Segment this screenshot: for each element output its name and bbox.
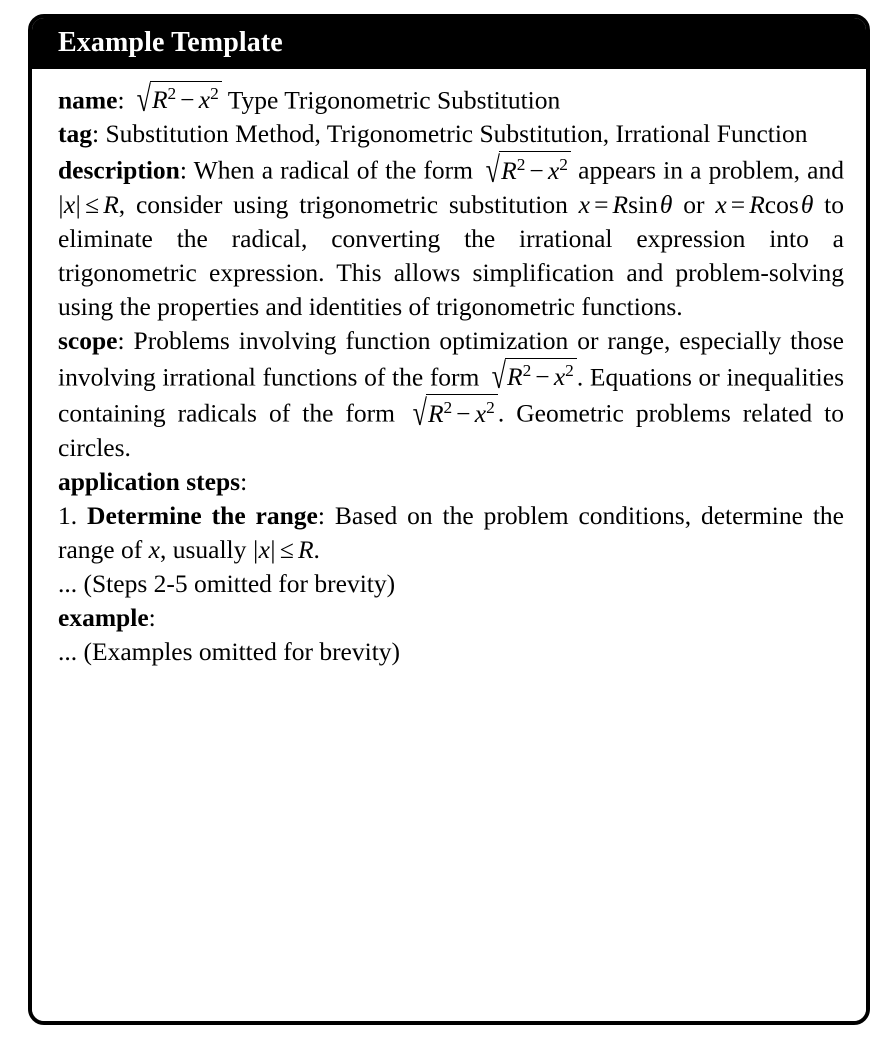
math-var-R: R	[151, 85, 168, 115]
math-x-equals-R-cos-theta: x = Rcosθ	[715, 190, 813, 219]
math-var-x: x	[474, 398, 487, 428]
field-example-separator: :	[148, 603, 156, 633]
math-var-x: x	[547, 155, 560, 185]
step-part2: , usually	[159, 534, 253, 564]
math-exp-2: 2	[559, 154, 568, 174]
field-scope-label: scope	[58, 326, 118, 355]
math-var-R: R	[501, 155, 517, 185]
step-separator: :	[317, 500, 335, 530]
box-title: Example Template	[32, 18, 866, 69]
field-scope-separator: :	[117, 326, 134, 355]
math-minus: −	[529, 155, 544, 185]
math-exp-2: 2	[486, 397, 495, 417]
math-var-R: R	[612, 189, 629, 219]
field-description-separator: :	[179, 155, 194, 185]
field-tag-label: tag	[58, 119, 92, 149]
math-var-x: x	[148, 534, 160, 564]
field-application-steps-separator: :	[240, 466, 248, 496]
field-tag-value: Substitution Method, Trigonometric Subst…	[105, 119, 808, 149]
math-minus: −	[180, 85, 195, 115]
application-step-1: 1. Determine the range: Based on the pro…	[58, 499, 844, 567]
math-x-equals-R-sin-theta: x = Rsinθ	[579, 190, 673, 219]
field-tag-separator: :	[92, 119, 106, 149]
field-name-value: Type Trigonometric Substitution	[221, 85, 561, 115]
field-description-part3: , consider using trigonometric substitut…	[118, 189, 579, 219]
math-equals: =	[730, 189, 746, 219]
math-abs-x-leq-R: |x| ≤ R	[253, 534, 314, 564]
page-root: Example Template name: √R2− x2 Type Trigo…	[0, 0, 884, 1039]
math-var-R: R	[507, 362, 523, 392]
math-sqrt-r2-minus-x2: √R2− x2	[486, 358, 577, 395]
math-fn-sin: sin	[628, 189, 658, 219]
math-leq: ≤	[85, 189, 100, 219]
math-equals: =	[594, 189, 609, 219]
example-template-box: Example Template name: √R2− x2 Type Trigo…	[28, 14, 870, 1025]
math-exp-2: 2	[443, 397, 453, 417]
math-exp-2: 2	[167, 84, 177, 104]
field-name: name: √R2− x2 Type Trigonometric Substitu…	[58, 81, 844, 118]
math-fn-cos: cos	[764, 189, 799, 219]
step-title: Determine the range	[87, 500, 318, 530]
math-var-R: R	[297, 534, 314, 564]
math-var-x: x	[553, 362, 566, 392]
box-body: name: √R2− x2 Type Trigonometric Substitu…	[32, 69, 866, 1021]
math-sqrt-r2-minus-x2: √R2− x2	[407, 394, 498, 431]
field-application-steps: application steps:	[58, 465, 844, 499]
field-example: example:	[58, 601, 844, 635]
step-number: 1.	[58, 500, 88, 530]
field-name-separator: :	[117, 85, 131, 115]
math-var-x: x	[258, 534, 270, 564]
radicand: R2− x2	[425, 394, 498, 430]
math-var-x: x	[198, 85, 211, 115]
math-exp-2: 2	[565, 361, 574, 381]
math-abs-x-leq-R: |x| ≤ R	[58, 189, 119, 219]
math-minus: −	[456, 398, 471, 428]
field-description-label: description	[58, 155, 180, 185]
application-steps-omitted-note: ... (Steps 2-5 omitted for brevity)	[58, 569, 396, 598]
math-var-x: x	[63, 189, 76, 219]
math-minus: −	[535, 362, 550, 392]
math-var-R: R	[427, 398, 444, 428]
math-sqrt-r2-minus-x2: √R2− x2	[480, 151, 571, 188]
field-scope: scope: Problems involving function optim…	[58, 324, 844, 465]
example-omitted-note: ... (Examples omitted for brevity)	[58, 637, 401, 667]
math-sqrt-r2-minus-x2: √R2− x2	[131, 81, 222, 118]
field-name-label: name	[58, 85, 118, 115]
field-description: description: When a radical of the form …	[58, 151, 844, 324]
radicand: R2− x2	[498, 151, 571, 187]
field-description-part2: appears in a problem, and	[570, 155, 844, 185]
field-example-label: example	[58, 603, 149, 633]
math-var-R: R	[749, 189, 765, 219]
math-var-theta: θ	[800, 189, 814, 219]
math-var-theta: θ	[659, 189, 673, 219]
math-var-x: x	[715, 189, 727, 219]
math-abs-bar: |	[270, 534, 276, 564]
step-part3: .	[313, 534, 320, 564]
math-var-R: R	[103, 189, 119, 219]
math-var-x: x	[578, 189, 590, 219]
math-leq: ≤	[279, 534, 294, 564]
radicand: R2− x2	[149, 81, 222, 117]
math-exp-2: 2	[522, 361, 532, 381]
radicand: R2− x2	[504, 358, 577, 394]
field-tag: tag: Substitution Method, Trigonometric …	[58, 117, 844, 151]
field-application-steps-label: application steps	[58, 466, 241, 496]
field-description-part1: When a radical of the form	[193, 155, 481, 185]
field-description-part4: or	[672, 189, 716, 219]
math-exp-2: 2	[210, 84, 219, 104]
